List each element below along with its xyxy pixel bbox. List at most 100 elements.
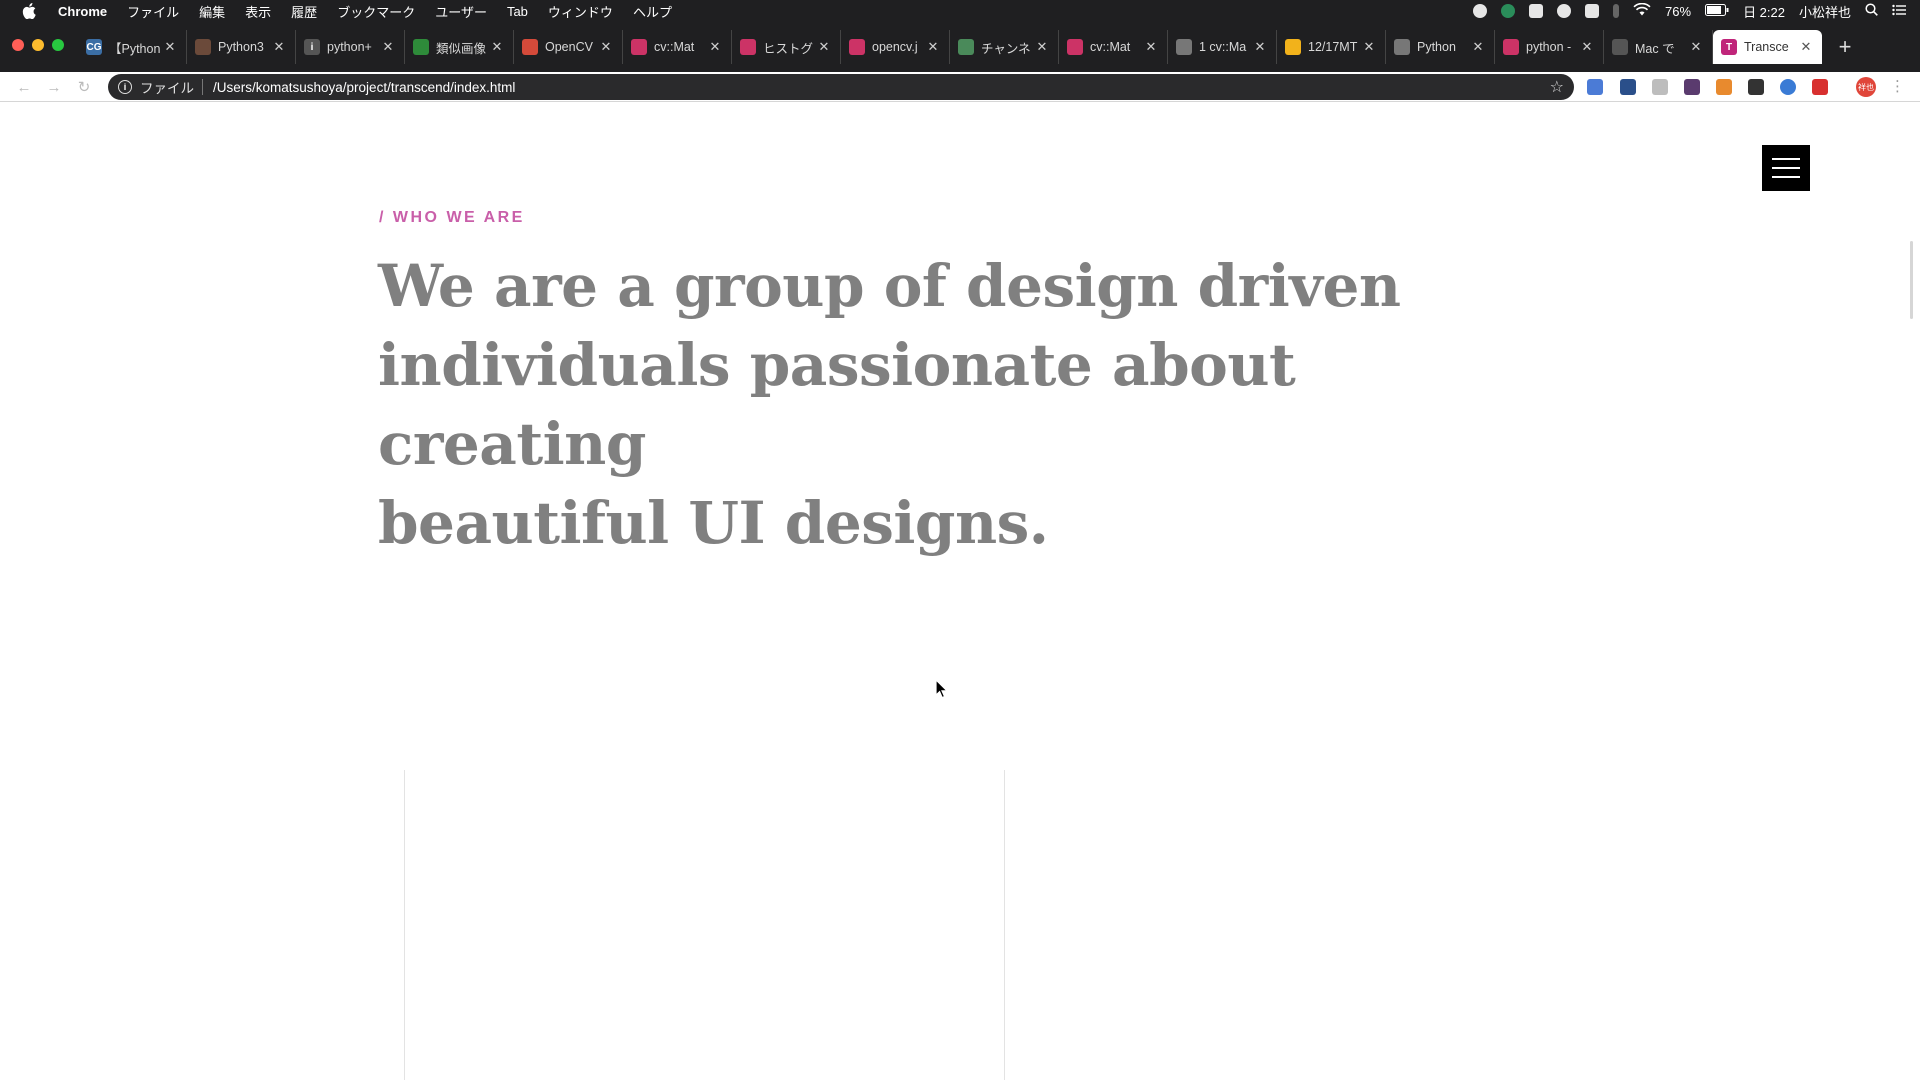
tab-list: CG 【Python ✕ Python3 ✕ i python+ ✕ 類似画像 ✕ OpenCV ✕ c… xyxy=(78,30,1862,64)
tab-close-icon[interactable]: ✕ xyxy=(1361,39,1377,55)
notification-center-icon[interactable] xyxy=(1892,4,1906,19)
tab[interactable]: cv::Mat ✕ xyxy=(623,30,732,64)
hamburger-line xyxy=(1772,176,1800,178)
column-divider xyxy=(1004,770,1005,1080)
tab-label: cv::Mat xyxy=(654,40,695,54)
reload-icon[interactable]: ↻ xyxy=(74,77,94,97)
tab[interactable]: opencv.j ✕ xyxy=(841,30,950,64)
record-icon[interactable] xyxy=(1473,4,1488,18)
input-method-icon[interactable] xyxy=(1585,4,1600,18)
tab-favicon-icon xyxy=(849,39,865,55)
tab-favicon-icon xyxy=(1176,39,1192,55)
tab[interactable]: i python+ ✕ xyxy=(296,30,405,64)
profile-avatar[interactable]: 祥也 xyxy=(1856,77,1876,97)
tab-label: python - xyxy=(1526,40,1572,54)
headline-line: beautiful UI designs. xyxy=(378,489,1049,557)
section-eyebrow: / WHO WE ARE xyxy=(379,209,525,226)
video-extension-icon[interactable] xyxy=(1812,79,1828,95)
back-arrow-icon[interactable]: ← xyxy=(14,77,34,97)
tab[interactable]: Mac で ✕ xyxy=(1604,30,1713,64)
clock[interactable]: 日 2:22 xyxy=(1743,2,1785,21)
menu-app-chrome[interactable]: Chrome xyxy=(58,4,107,19)
site-info-icon[interactable]: i xyxy=(118,80,132,94)
menu-edit[interactable]: 編集 xyxy=(199,2,225,21)
dictionary-extension-icon[interactable] xyxy=(1620,79,1636,95)
tab-close-icon[interactable]: ✕ xyxy=(1798,39,1814,55)
tab[interactable]: python - ✕ xyxy=(1495,30,1604,64)
user-name[interactable]: 小松祥也 xyxy=(1799,2,1851,21)
tab-close-icon[interactable]: ✕ xyxy=(925,39,941,55)
tab[interactable]: 12/17MT ✕ xyxy=(1277,30,1386,64)
menu-tab[interactable]: Tab xyxy=(507,4,528,19)
minimize-window-button[interactable] xyxy=(32,39,44,51)
tab-favicon-icon xyxy=(1394,39,1410,55)
tab-label: 【Python xyxy=(109,41,161,56)
zoom-window-button[interactable] xyxy=(52,39,64,51)
tab[interactable]: Python3 ✕ xyxy=(187,30,296,64)
tab[interactable]: Python ✕ xyxy=(1386,30,1495,64)
evernote-icon[interactable] xyxy=(1529,4,1544,18)
scrollbar-thumb[interactable] xyxy=(1910,241,1913,319)
forward-arrow-icon[interactable]: → xyxy=(44,77,64,97)
tab-close-icon[interactable]: ✕ xyxy=(380,39,396,55)
menu-view[interactable]: 表示 xyxy=(245,2,271,21)
battery-icon[interactable] xyxy=(1705,3,1729,19)
browser-toolbar: ← → ↻ i ファイル /Users/komatsushoya/project… xyxy=(0,72,1920,102)
tab-close-icon[interactable]: ✕ xyxy=(1252,39,1268,55)
tab-close-icon[interactable]: ✕ xyxy=(162,39,178,55)
menu-bookmarks[interactable]: ブックマーク xyxy=(337,2,415,21)
tab-close-icon[interactable]: ✕ xyxy=(1143,39,1159,55)
browser-menu-icon[interactable]: ⋮ xyxy=(1890,77,1905,95)
tab-close-icon[interactable]: ✕ xyxy=(707,39,723,55)
headline-line: We are a group of design driven xyxy=(378,252,1401,320)
tab[interactable]: ヒストグ ✕ xyxy=(732,30,841,64)
menu-history[interactable]: 履歴 xyxy=(291,2,317,21)
menu-people[interactable]: ユーザー xyxy=(435,2,487,21)
tab-close-icon[interactable]: ✕ xyxy=(1579,39,1595,55)
screen-capture-extension-icon[interactable] xyxy=(1652,79,1668,95)
tab-close-icon[interactable]: ✕ xyxy=(816,39,832,55)
tab[interactable]: 1 cv::Ma ✕ xyxy=(1168,30,1277,64)
tab-label: python+ xyxy=(327,40,372,54)
address-bar[interactable]: i ファイル /Users/komatsushoya/project/trans… xyxy=(108,74,1574,100)
tab-label: Python xyxy=(1417,40,1456,54)
tab-close-icon[interactable]: ✕ xyxy=(271,39,287,55)
network-extension-icon[interactable] xyxy=(1780,79,1796,95)
tab-active[interactable]: T Transce ✕ xyxy=(1713,30,1822,64)
tab-close-icon[interactable]: ✕ xyxy=(489,39,505,55)
bookmark-star-icon[interactable]: ☆ xyxy=(1550,77,1564,97)
spotlight-search-icon[interactable] xyxy=(1865,3,1878,19)
tab-favicon-icon xyxy=(740,39,756,55)
tab[interactable]: 類似画像 ✕ xyxy=(405,30,514,64)
wifi-icon[interactable] xyxy=(1633,2,1651,19)
new-tab-button[interactable]: + xyxy=(1828,30,1862,64)
apple-menu-icon[interactable] xyxy=(20,3,38,19)
tab-favicon-icon: T xyxy=(1721,39,1737,55)
grammarly-icon[interactable] xyxy=(1501,4,1516,18)
address-scheme-label: ファイル xyxy=(140,81,194,96)
menu-file[interactable]: ファイル xyxy=(127,2,179,21)
tab[interactable]: チャンネ ✕ xyxy=(950,30,1059,64)
close-window-button[interactable] xyxy=(12,39,24,51)
tab-label: チャンネ xyxy=(981,41,1031,56)
tab-close-icon[interactable]: ✕ xyxy=(1688,39,1704,55)
tab-close-icon[interactable]: ✕ xyxy=(1470,39,1486,55)
selenium-extension-icon[interactable] xyxy=(1748,79,1764,95)
tab-close-icon[interactable]: ✕ xyxy=(1034,39,1050,55)
menu-help[interactable]: ヘルプ xyxy=(633,2,672,21)
tab[interactable]: OpenCV ✕ xyxy=(514,30,623,64)
tab-close-icon[interactable]: ✕ xyxy=(598,39,614,55)
creative-cloud-icon[interactable] xyxy=(1557,4,1572,18)
hamburger-menu-button[interactable] xyxy=(1762,145,1810,191)
bluetooth-icon[interactable] xyxy=(1613,4,1620,18)
gif-extension-icon[interactable] xyxy=(1684,79,1700,95)
metamask-extension-icon[interactable] xyxy=(1716,79,1732,95)
google-translate-extension-icon[interactable] xyxy=(1587,79,1603,95)
tab[interactable]: cv::Mat ✕ xyxy=(1059,30,1168,64)
menu-window[interactable]: ウィンドウ xyxy=(548,2,613,21)
tab[interactable]: CG 【Python ✕ xyxy=(78,30,187,64)
battery-percent: 76% xyxy=(1665,3,1692,19)
address-url[interactable]: /Users/komatsushoya/project/transcend/in… xyxy=(213,80,1550,95)
browser-tab-strip: CG 【Python ✕ Python3 ✕ i python+ ✕ 類似画像 ✕ OpenCV ✕ c… xyxy=(0,22,1920,72)
hamburger-line xyxy=(1772,167,1800,169)
